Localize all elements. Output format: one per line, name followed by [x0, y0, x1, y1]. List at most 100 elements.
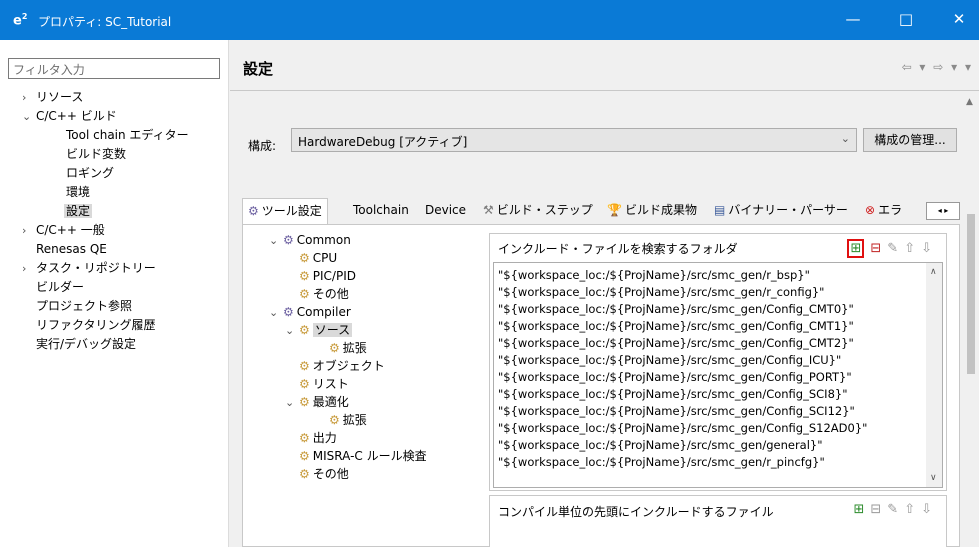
page-header: 設定 ⇦ ▾ ⇨ ▾ ▾: [230, 40, 979, 88]
tree-item-common[interactable]: ⌄ ⚙ Common: [269, 231, 351, 249]
list-item[interactable]: "${workspace_loc:/${ProjName}/src/smc_ge…: [498, 284, 824, 300]
page-title: 設定: [243, 60, 274, 78]
include-folders-list[interactable]: "${workspace_loc:/${ProjName}/src/smc_ge…: [493, 262, 943, 488]
nav-item-environment[interactable]: 環境: [66, 183, 90, 201]
nav-item-project-references[interactable]: プロジェクト参照: [36, 297, 132, 315]
scroll-up-icon[interactable]: ▲: [966, 97, 973, 107]
tree-item-optimize-extended[interactable]: ⚙ 拡張: [329, 411, 367, 429]
tree-item-object[interactable]: ⚙ オブジェクト: [299, 357, 385, 375]
trophy-icon: 🏆: [607, 203, 622, 217]
list-item[interactable]: "${workspace_loc:/${ProjName}/src/smc_ge…: [498, 301, 854, 317]
chevron-right-icon[interactable]: ›: [22, 260, 36, 278]
filter-input[interactable]: フィルタ入力: [8, 58, 220, 79]
nav-item-toolchain-editor[interactable]: Tool chain エディター: [66, 126, 189, 144]
list-item[interactable]: "${workspace_loc:/${ProjName}/src/smc_ge…: [498, 369, 852, 385]
nav-item-run-debug-settings[interactable]: 実行/デバッグ設定: [36, 335, 136, 353]
scrollbar-thumb[interactable]: [967, 214, 975, 374]
list-item[interactable]: "${workspace_loc:/${ProjName}/src/smc_ge…: [498, 386, 848, 402]
delete-icon[interactable]: ⊟: [870, 502, 887, 517]
tab-error-parsers[interactable]: ⊗ エラ: [860, 198, 907, 224]
tree-item-cpu[interactable]: ⚙ CPU: [299, 249, 337, 267]
history-nav-arrows[interactable]: ⇦ ▾ ⇨ ▾ ▾: [902, 60, 973, 74]
chevron-down-icon[interactable]: ⌄: [269, 304, 283, 322]
delete-icon[interactable]: ⊟: [870, 241, 887, 256]
include-folders-group: インクルード・ファイルを検索するフォルダ ⊞ ⊟✎⇧⇩ "${workspace_…: [489, 233, 947, 491]
tree-item-common-other[interactable]: ⚙ その他: [299, 285, 349, 303]
page-scrollbar[interactable]: ▲: [963, 94, 979, 547]
tab-binary-parsers[interactable]: ▤ バイナリー・パーサー: [709, 198, 853, 224]
include-files-toolbar: ⊞⊟✎⇧⇩: [853, 502, 938, 517]
nav-item-logging[interactable]: ロギング: [66, 164, 114, 182]
error-icon: ⊗: [865, 203, 876, 217]
tab-device[interactable]: Device: [420, 198, 471, 224]
tool-settings-panel: ⌄ ⚙ Common ⚙ CPU ⚙ PIC/PID ⚙ その他 ⌄ ⚙ Compiler ⌄…: [242, 224, 960, 547]
list-scrollbar[interactable]: ∧ ∨: [926, 263, 942, 487]
close-button[interactable]: ✕: [946, 8, 972, 32]
list-item[interactable]: "${workspace_loc:/${ProjName}/src/smc_ge…: [498, 437, 823, 453]
gear-icon: ⚙: [248, 204, 259, 218]
hammer-icon: ⚒: [483, 203, 494, 217]
tree-item-source-extended[interactable]: ⚙ 拡張: [329, 339, 367, 357]
minimize-button[interactable]: —: [840, 8, 866, 32]
tree-item-optimize[interactable]: ⌄ ⚙ 最適化: [285, 393, 349, 411]
chevron-down-icon[interactable]: ⌄: [269, 232, 283, 250]
include-files-group: コンパイル単位の先頭にインクルードするファイル ⊞⊟✎⇧⇩: [489, 495, 947, 547]
tree-item-list[interactable]: ⚙ リスト: [299, 375, 349, 393]
title-bar: e2 プロパティ: SC_Tutorial — □ ✕: [0, 0, 979, 40]
tree-item-compiler-other[interactable]: ⚙ その他: [299, 465, 349, 483]
list-item[interactable]: "${workspace_loc:/${ProjName}/src/smc_ge…: [498, 267, 810, 283]
settings-pane: 設定 ⇦ ▾ ⇨ ▾ ▾ 構成: HardwareDebug [アクティブ] ⌄…: [230, 40, 979, 547]
list-item[interactable]: "${workspace_loc:/${ProjName}/src/smc_ge…: [498, 403, 855, 419]
settings-folder-icon: ⚙: [299, 359, 310, 373]
tree-item-output[interactable]: ⚙ 出力: [299, 429, 337, 447]
app-logo-icon: e2: [13, 12, 28, 29]
manage-configurations-button[interactable]: 構成の管理...: [863, 128, 957, 152]
list-item[interactable]: "${workspace_loc:/${ProjName}/src/smc_ge…: [498, 454, 825, 470]
maximize-button[interactable]: □: [893, 8, 919, 32]
tab-scroll-arrows[interactable]: ◂ ▸: [926, 202, 960, 220]
chevron-down-icon[interactable]: ⌄: [285, 394, 299, 412]
include-files-heading: コンパイル単位の先頭にインクルードするファイル: [498, 505, 774, 519]
move-up-icon[interactable]: ⇧: [904, 502, 921, 517]
list-item[interactable]: "${workspace_loc:/${ProjName}/src/smc_ge…: [498, 318, 854, 334]
list-item[interactable]: "${workspace_loc:/${ProjName}/src/smc_ge…: [498, 352, 841, 368]
chevron-right-icon[interactable]: ›: [22, 89, 36, 107]
tab-build-steps[interactable]: ⚒ ビルド・ステップ: [478, 198, 598, 224]
tree-item-source[interactable]: ⌄ ⚙ ソース: [285, 321, 353, 340]
nav-item-refactoring-history[interactable]: リファクタリング履歴: [36, 316, 156, 334]
chevron-down-icon[interactable]: ⌄: [22, 108, 36, 126]
tab-tool-settings[interactable]: ⚙ ツール設定: [242, 198, 328, 226]
scroll-up-icon[interactable]: ∧: [930, 267, 937, 277]
edit-icon[interactable]: ✎: [887, 502, 904, 517]
settings-folder-icon: ⚙: [299, 251, 310, 265]
edit-icon[interactable]: ✎: [887, 241, 904, 256]
nav-item-cpp-general[interactable]: › C/C++ 一般: [22, 221, 105, 239]
move-up-icon[interactable]: ⇧: [904, 241, 921, 256]
nav-item-builders[interactable]: ビルダー: [36, 278, 84, 296]
chevron-down-icon: ⌄: [840, 132, 850, 145]
chevron-right-icon[interactable]: ›: [22, 222, 36, 240]
tree-item-compiler[interactable]: ⌄ ⚙ Compiler: [269, 303, 351, 321]
tab-build-artifact[interactable]: 🏆 ビルド成果物: [602, 198, 702, 224]
settings-folder-icon: ⚙: [299, 467, 310, 481]
chevron-down-icon[interactable]: ⌄: [285, 322, 299, 340]
tab-toolchain[interactable]: Toolchain: [348, 198, 414, 224]
list-item[interactable]: "${workspace_loc:/${ProjName}/src/smc_ge…: [498, 335, 854, 351]
gear-icon: ⚙: [283, 305, 294, 319]
nav-item-cpp-build[interactable]: ⌄ C/C++ ビルド: [22, 107, 117, 125]
settings-folder-icon: ⚙: [299, 449, 310, 463]
move-down-icon[interactable]: ⇩: [921, 241, 938, 256]
tree-item-misra-c[interactable]: ⚙ MISRA-C ルール検査: [299, 447, 427, 465]
nav-item-resource[interactable]: › リソース: [22, 88, 83, 106]
list-item[interactable]: "${workspace_loc:/${ProjName}/src/smc_ge…: [498, 420, 867, 436]
add-file-icon[interactable]: ⊞: [853, 502, 870, 517]
add-folder-icon[interactable]: ⊞: [847, 239, 865, 258]
tree-item-pic-pid[interactable]: ⚙ PIC/PID: [299, 267, 356, 285]
nav-item-task-repository[interactable]: › タスク・リポジトリー: [22, 259, 156, 277]
nav-item-settings[interactable]: 設定: [64, 202, 93, 220]
nav-item-build-variables[interactable]: ビルド変数: [66, 145, 126, 163]
nav-item-renesas-qe[interactable]: Renesas QE: [36, 240, 107, 258]
configuration-select[interactable]: HardwareDebug [アクティブ] ⌄: [291, 128, 857, 152]
scroll-down-icon[interactable]: ∨: [930, 473, 937, 483]
move-down-icon[interactable]: ⇩: [921, 502, 938, 517]
